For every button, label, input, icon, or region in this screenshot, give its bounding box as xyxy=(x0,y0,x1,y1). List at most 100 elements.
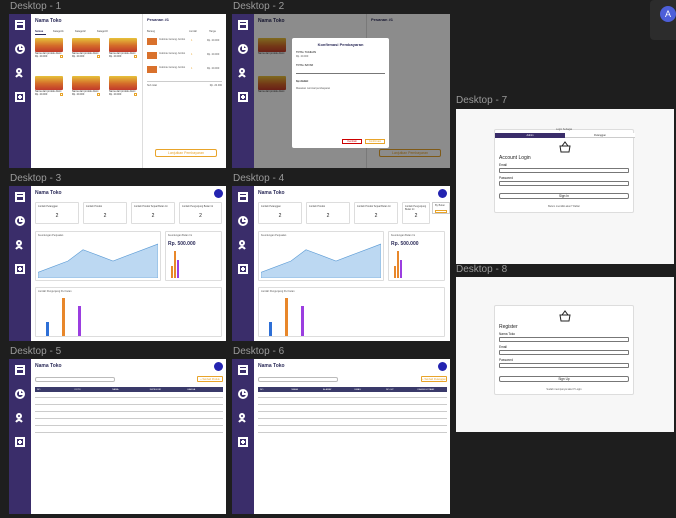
product-card[interactable]: Nama dari produk disini Rp. 20.000 xyxy=(109,38,137,58)
product-card[interactable]: Nama dari produk disini Rp. 20.000 xyxy=(35,38,63,58)
continue-payment-button[interactable]: Lanjutkan Pembayaran xyxy=(155,149,217,157)
product-card[interactable]: Nama dari produk disini Rp. 20.000 xyxy=(72,38,100,58)
table-row[interactable] xyxy=(35,432,223,433)
add-box-icon[interactable] xyxy=(15,91,26,102)
users-icon[interactable] xyxy=(15,412,26,423)
tab-underline xyxy=(35,34,46,35)
main-area: Nama Toko Jumlah Pelanggan 2 Jumlah Produ… xyxy=(254,186,450,341)
col-header: NO xyxy=(37,388,41,391)
search-input[interactable]: Cari xyxy=(35,377,115,392)
password-field[interactable] xyxy=(499,363,629,368)
stat-value: 2 xyxy=(414,213,418,219)
table-row[interactable] xyxy=(35,411,223,412)
product-card[interactable]: Nama dari produk disini Rp. 20.000 xyxy=(72,76,100,96)
shop-name-field[interactable] xyxy=(499,337,629,342)
users-icon[interactable] xyxy=(238,67,249,78)
add-to-cart-icon[interactable] xyxy=(97,93,100,96)
frame-label-d5: Desktop - 5 xyxy=(10,346,62,357)
order-col-qty: Jumlah xyxy=(189,30,198,33)
users-icon[interactable] xyxy=(15,67,26,78)
user-avatar[interactable]: A xyxy=(660,6,676,22)
add-to-cart-icon[interactable] xyxy=(97,55,100,58)
tab-category[interactable]: Kategori2 xyxy=(75,30,86,33)
chart-pie-icon[interactable] xyxy=(15,388,26,399)
product-card[interactable]: Nama dari produk disini Rp. 20.000 xyxy=(109,76,137,96)
store-icon[interactable] xyxy=(238,191,249,202)
email-field[interactable] xyxy=(499,168,629,173)
search-input[interactable]: Cari xyxy=(258,377,338,392)
chart-pie-icon[interactable] xyxy=(238,43,249,54)
tab-category[interactable]: Kategori3 xyxy=(97,30,108,33)
add-box-icon[interactable] xyxy=(15,263,26,274)
table-row[interactable] xyxy=(258,397,447,398)
store-icon[interactable] xyxy=(15,364,26,375)
table-row[interactable] xyxy=(258,432,447,433)
add-box-icon[interactable] xyxy=(238,91,249,102)
user-avatar[interactable] xyxy=(214,189,223,198)
sales-line-chart xyxy=(38,243,158,278)
tab-category[interactable]: Kategori1 xyxy=(53,30,64,33)
chart-pie-icon[interactable] xyxy=(238,388,249,399)
password-field[interactable] xyxy=(499,181,629,186)
frame-desktop-3: Nama Toko Jumlah Pelanggan 2 Jumlah Produ… xyxy=(9,186,226,341)
tab-category[interactable]: Semua xyxy=(35,30,43,33)
tab-customer[interactable]: Pelanggan xyxy=(565,133,635,138)
user-avatar[interactable] xyxy=(438,362,447,371)
visitor-bar xyxy=(301,306,304,336)
table-row[interactable] xyxy=(35,418,223,419)
table-row[interactable] xyxy=(35,397,223,398)
chart-pie-icon[interactable] xyxy=(15,215,26,226)
add-box-icon[interactable] xyxy=(238,436,249,447)
user-avatar[interactable] xyxy=(214,362,223,371)
add-to-cart-icon[interactable] xyxy=(60,55,63,58)
product-card[interactable]: Nama dari produk disini Rp. 20.000 xyxy=(35,76,63,96)
chart-pie-icon[interactable] xyxy=(238,215,249,226)
table-row[interactable] xyxy=(258,425,447,426)
add-box-icon[interactable] xyxy=(15,436,26,447)
total-pay-input[interactable]: Rp. 20.000 xyxy=(296,69,385,83)
store-icon[interactable] xyxy=(238,364,249,375)
add-to-cart-icon[interactable] xyxy=(60,93,63,96)
chart-pie-icon[interactable] xyxy=(15,43,26,54)
basket-icon xyxy=(559,310,571,322)
add-box-icon[interactable] xyxy=(238,263,249,274)
sign-up-button[interactable]: Sign Up xyxy=(499,376,629,382)
email-field[interactable] xyxy=(499,350,629,355)
tab-admin[interactable]: Admin xyxy=(495,133,565,138)
login-link[interactable]: Sudah mempunyai akun? Login xyxy=(495,388,633,391)
store-icon[interactable] xyxy=(15,191,26,202)
order-item-qty[interactable]: 1 xyxy=(191,39,192,42)
filter-dropdown[interactable]: By Bulan xyxy=(432,202,450,214)
confirm-button[interactable]: Konfirmasi xyxy=(365,139,385,144)
users-icon[interactable] xyxy=(238,239,249,250)
income-bar xyxy=(400,260,402,278)
income-bar xyxy=(397,251,399,278)
table-row[interactable] xyxy=(35,404,223,405)
main-area: Nama Toko Cari + Tambah Pelanggan NO NAMA… xyxy=(254,359,450,514)
register-link[interactable]: Belum memiliki akun? Daftar xyxy=(495,205,633,208)
users-icon[interactable] xyxy=(238,412,249,423)
add-to-cart-icon[interactable] xyxy=(134,93,137,96)
visitor-bar xyxy=(78,306,81,336)
table-row[interactable] xyxy=(35,425,223,426)
user-avatar[interactable] xyxy=(438,189,447,198)
store-icon[interactable] xyxy=(15,19,26,30)
subtotal-label: Sub total xyxy=(147,84,157,87)
table-row[interactable] xyxy=(258,404,447,405)
add-product-button[interactable]: + Tambah Produk xyxy=(197,376,223,382)
users-icon[interactable] xyxy=(15,239,26,250)
col-header: HARGA xyxy=(187,388,196,391)
order-item-qty[interactable]: 1 xyxy=(191,67,192,70)
order-item-qty[interactable]: 1 xyxy=(191,53,192,56)
stat-card: Jumlah Pengunjung Bulan Ini 2 xyxy=(179,202,222,224)
add-to-cart-icon[interactable] xyxy=(134,55,137,58)
total-bill-value: Rp. 20.000 xyxy=(296,55,309,58)
cancel-button[interactable]: Kembali xyxy=(342,139,362,144)
table-header: NO NAMA ALAMAT EMAIL NO. HP KEANGGOTAAN xyxy=(258,387,447,392)
store-icon[interactable] xyxy=(238,19,249,30)
sign-in-button[interactable]: Sign In xyxy=(499,193,629,199)
table-row[interactable] xyxy=(258,411,447,412)
table-row[interactable] xyxy=(258,418,447,419)
add-customer-button[interactable]: + Tambah Pelanggan xyxy=(421,376,447,382)
filter-option[interactable] xyxy=(435,210,447,213)
